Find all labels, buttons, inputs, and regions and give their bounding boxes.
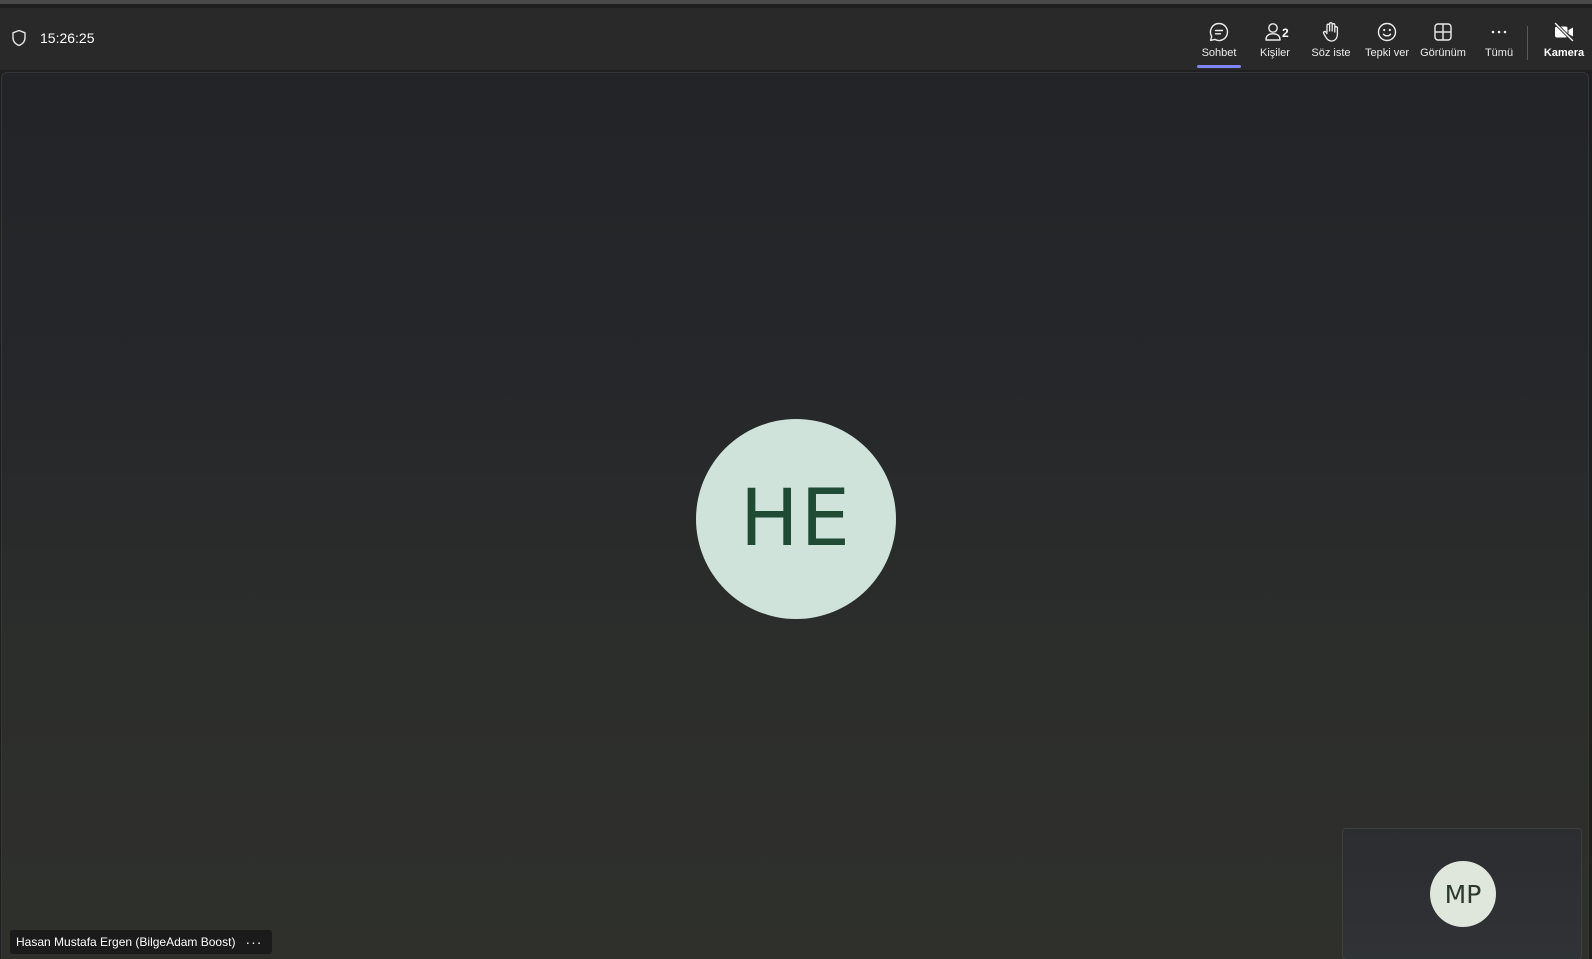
participant-avatar[interactable]: HE — [696, 419, 896, 619]
toolbar-divider — [1527, 26, 1528, 60]
more-button[interactable]: Tümü — [1471, 16, 1527, 68]
self-initials: MP — [1444, 879, 1482, 909]
more-label: Tümü — [1484, 47, 1514, 59]
active-tab-indicator — [1197, 65, 1241, 68]
chat-icon — [1209, 22, 1229, 42]
participant-initials: HE — [740, 474, 852, 564]
meeting-toolbar: 15:26:25 Sohbet 2 Kişiler Söz iste Tepki… — [0, 8, 1592, 70]
react-label: Tepki ver — [1364, 47, 1410, 59]
video-stage: HE Hasan Mustafa Ergen (BilgeAdam Boost)… — [1, 72, 1589, 959]
people-count-badge: 2 — [1282, 26, 1289, 40]
view-label: Görünüm — [1420, 47, 1466, 59]
more-icon — [1491, 30, 1507, 34]
participant-name-tag: Hasan Mustafa Ergen (BilgeAdam Boost) ··… — [10, 930, 273, 954]
participant-name: Hasan Mustafa Ergen (BilgeAdam Boost) — [16, 935, 236, 949]
teams-meeting-window: 15:26:25 Sohbet 2 Kişiler Söz iste Tepki… — [0, 0, 1592, 959]
smiley-icon — [1377, 22, 1397, 42]
camera-button[interactable]: Kamera — [1536, 16, 1592, 68]
people-label: Kişiler — [1260, 47, 1290, 59]
raise-hand-button[interactable]: Söz iste — [1303, 16, 1359, 68]
self-avatar: MP — [1430, 861, 1496, 927]
people-button[interactable]: 2 Kişiler — [1247, 16, 1303, 68]
chat-button[interactable]: Sohbet — [1191, 16, 1247, 68]
camera-off-icon — [1554, 22, 1574, 42]
self-view-tile[interactable]: MP — [1342, 828, 1582, 959]
raise-hand-label: Söz iste — [1311, 47, 1351, 59]
meeting-timer: 15:26:25 — [40, 30, 95, 46]
participant-more-options-button[interactable]: ··· — [245, 934, 262, 950]
chat-label: Sohbet — [1201, 47, 1237, 59]
hand-icon — [1322, 22, 1339, 42]
camera-label: Kamera — [1543, 47, 1585, 59]
react-button[interactable]: Tepki ver — [1359, 16, 1415, 68]
view-grid-icon — [1434, 23, 1452, 41]
view-button[interactable]: Görünüm — [1415, 16, 1471, 68]
shield-icon[interactable] — [10, 29, 28, 47]
